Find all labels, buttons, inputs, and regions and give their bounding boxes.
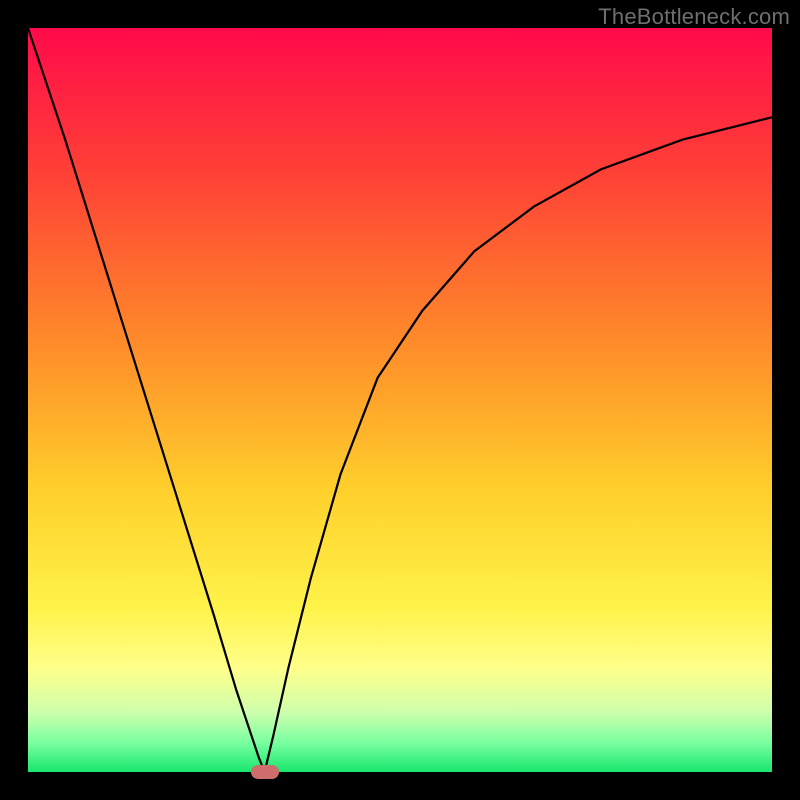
curve-right [265, 117, 772, 772]
curve-left [28, 28, 265, 772]
bottleneck-marker [251, 765, 279, 779]
curve-layer [28, 28, 772, 772]
plot-area [28, 28, 772, 772]
watermark-text: TheBottleneck.com [598, 4, 790, 30]
chart-frame: TheBottleneck.com [0, 0, 800, 800]
